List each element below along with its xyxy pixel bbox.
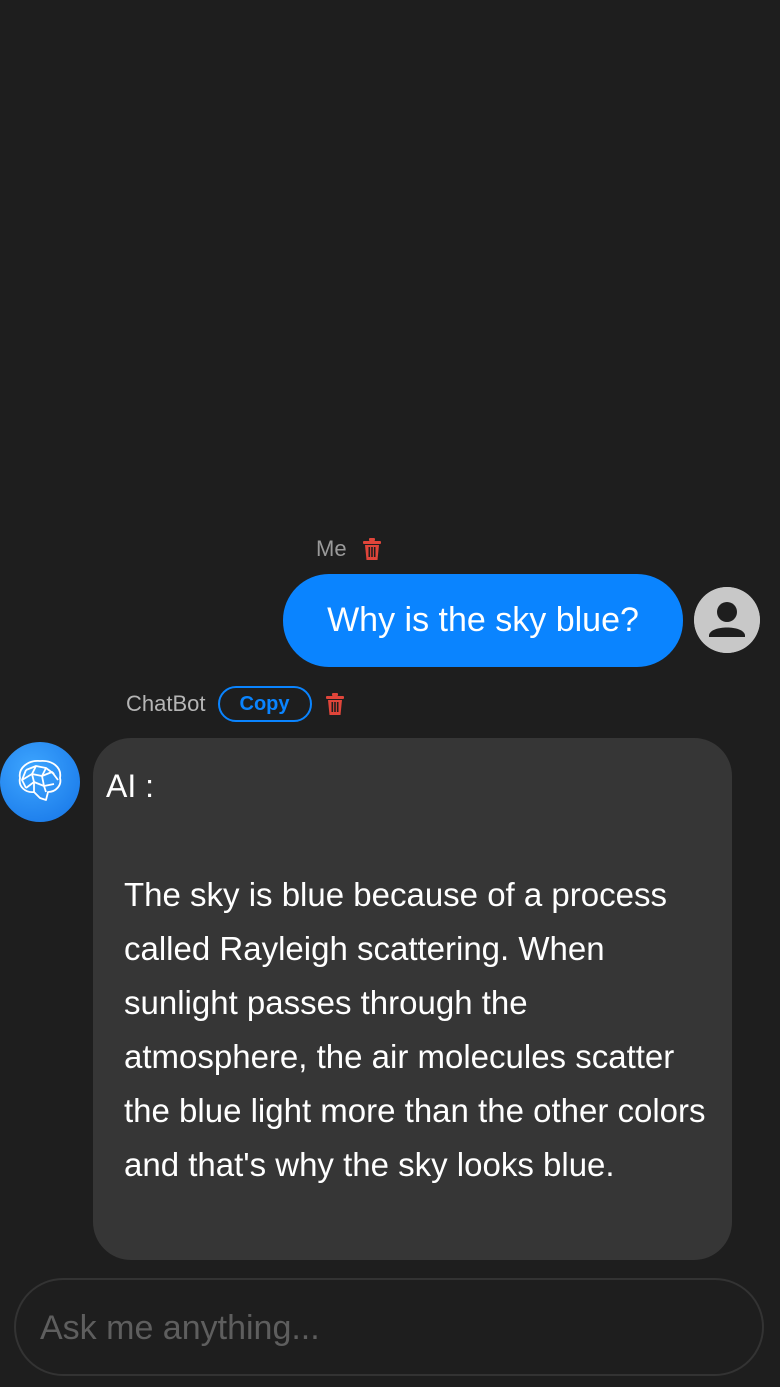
chat-screen: Me Why is the sky blue? ChatBot Copy AI … (0, 0, 780, 1387)
bot-message-bubble: AI : The sky is blue because of a proces… (93, 738, 732, 1260)
copy-button[interactable]: Copy (217, 686, 312, 722)
bot-sender-name: ChatBot (126, 691, 206, 716)
trash-icon[interactable] (361, 537, 383, 561)
bot-message-prefix: AI : (106, 768, 155, 804)
brain-icon (0, 742, 80, 822)
user-message-text: Why is the sky blue? (327, 601, 639, 639)
message-input-container (14, 1278, 764, 1376)
user-sender-name: Me (316, 536, 347, 561)
person-icon (694, 587, 760, 653)
bot-message-header: ChatBot Copy (126, 686, 346, 722)
bot-message-text: The sky is blue because of a process cal… (124, 876, 706, 1183)
user-message-header: Me (316, 536, 383, 562)
user-message-bubble: Why is the sky blue? (283, 574, 683, 667)
trash-icon[interactable] (324, 692, 346, 716)
ask-input[interactable] (38, 1280, 742, 1376)
